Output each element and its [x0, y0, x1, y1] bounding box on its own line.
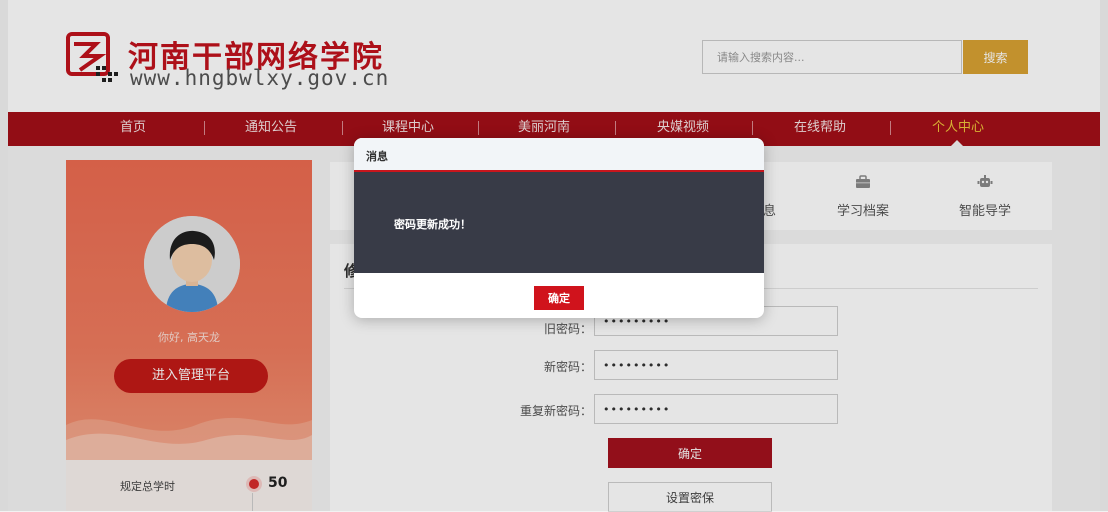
dialog-body: 密码更新成功！ — [354, 172, 764, 273]
dialog-message: 密码更新成功！ — [394, 218, 471, 231]
dialog-ok-button[interactable]: 确定 — [534, 286, 584, 310]
dialog-header: 消息 — [354, 138, 764, 172]
dialog-title: 消息 — [366, 150, 388, 163]
message-dialog: 消息 密码更新成功！ 确定 — [354, 138, 764, 318]
